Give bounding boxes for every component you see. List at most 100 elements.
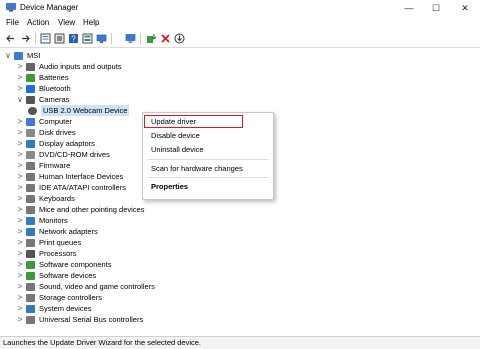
device-category-icon	[26, 250, 35, 258]
tree-item-processors[interactable]: > Processors	[0, 248, 300, 259]
tree-item-mice-and-other-pointing-devices[interactable]: > Mice and other pointing devices	[0, 204, 300, 215]
toolbar-separator	[111, 33, 112, 44]
device-category-icon	[26, 74, 35, 82]
device-category-icon	[26, 96, 35, 104]
tree-item-label: Bluetooth	[39, 84, 71, 93]
forward-arrow-icon[interactable]	[20, 33, 31, 44]
chevron-right-icon[interactable]: >	[16, 72, 24, 83]
tree-item-label: Display adaptors	[39, 139, 95, 148]
tree-item-label: Processors	[39, 249, 77, 258]
device-category-icon	[26, 239, 35, 247]
chevron-right-icon[interactable]: >	[16, 149, 24, 160]
tree-item-label: MSI	[27, 51, 41, 60]
menu-action[interactable]: Action	[27, 18, 49, 27]
menu-disable-device[interactable]: Disable device	[151, 131, 200, 140]
chevron-right-icon[interactable]: >	[16, 259, 24, 270]
tree-item-label: Print queues	[39, 238, 82, 247]
menu-view[interactable]: View	[58, 18, 75, 27]
chevron-right-icon[interactable]: >	[16, 215, 24, 226]
minimize-button[interactable]: —	[402, 2, 416, 14]
chevron-right-icon[interactable]: >	[16, 303, 24, 314]
tree-item-network-adapters[interactable]: > Network adapters	[0, 226, 300, 237]
menu-separator	[147, 159, 269, 160]
properties-sheet-icon[interactable]	[40, 33, 51, 44]
device-category-icon	[26, 184, 35, 192]
tree-item-label: Human Interface Devices	[39, 172, 124, 181]
device-category-icon	[14, 52, 23, 60]
svg-text:?: ?	[71, 35, 76, 44]
menu-update-driver[interactable]: Update driver	[151, 117, 196, 126]
menu-bar: File Action View Help	[0, 17, 480, 30]
menu-uninstall-device[interactable]: Uninstall device	[151, 145, 204, 154]
tree-item-storage-controllers[interactable]: > Storage controllers	[0, 292, 300, 303]
uninstall-x-icon[interactable]	[160, 33, 171, 44]
chevron-right-icon[interactable]: >	[16, 127, 24, 138]
device-category-icon	[26, 206, 35, 214]
menu-properties[interactable]: Properties	[151, 182, 188, 191]
chevron-right-icon[interactable]: >	[16, 226, 24, 237]
scan-hardware-icon[interactable]	[96, 33, 107, 44]
tree-item-label: Sound, video and game controllers	[39, 282, 155, 291]
tree-item-label: Firmware	[39, 161, 71, 170]
tree-item-label: Storage controllers	[39, 293, 102, 302]
tree-item-label: Disk drives	[39, 128, 76, 137]
chevron-right-icon[interactable]: >	[16, 193, 24, 204]
chevron-right-icon[interactable]: >	[16, 237, 24, 248]
tree-item-label: Keyboards	[39, 194, 75, 203]
monitor-icon[interactable]	[125, 33, 136, 44]
chevron-right-icon[interactable]: >	[16, 83, 24, 94]
tree-item-label: Computer	[39, 117, 72, 126]
tree-item-software-devices[interactable]: > Software devices	[0, 270, 300, 281]
close-button[interactable]: ✕	[458, 2, 472, 14]
tree-item-print-queues[interactable]: > Print queues	[0, 237, 300, 248]
device-category-icon	[26, 261, 35, 269]
menu-separator	[147, 177, 269, 178]
tree-item-monitors[interactable]: > Monitors	[0, 215, 300, 226]
chevron-right-icon[interactable]: >	[16, 61, 24, 72]
help-icon[interactable]: ?	[68, 33, 79, 44]
menu-help[interactable]: Help	[83, 18, 99, 27]
update-driver-icon[interactable]	[146, 33, 157, 44]
resources-icon[interactable]	[82, 33, 93, 44]
tree-item-msi[interactable]: ∨ MSI	[0, 50, 300, 61]
chevron-right-icon[interactable]: >	[16, 270, 24, 281]
menu-scan-hardware[interactable]: Scan for hardware changes	[151, 164, 243, 173]
tree-item-label: DVD/CD-ROM drives	[39, 150, 110, 159]
tree-item-label: Monitors	[39, 216, 68, 225]
tree-item-cameras[interactable]: ∨ Cameras	[0, 94, 300, 105]
device-category-icon	[26, 129, 35, 137]
tree-item-sound-video-and-game-controllers[interactable]: > Sound, video and game controllers	[0, 281, 300, 292]
chevron-right-icon[interactable]: >	[16, 160, 24, 171]
tree-item-bluetooth[interactable]: > Bluetooth	[0, 83, 300, 94]
chevron-down-icon[interactable]: ∨	[16, 94, 24, 105]
tree-item-software-components[interactable]: > Software components	[0, 259, 300, 270]
tree-item-batteries[interactable]: > Batteries	[0, 72, 300, 83]
chevron-right-icon[interactable]: >	[16, 116, 24, 127]
device-list-icon[interactable]	[54, 33, 65, 44]
chevron-right-icon[interactable]: >	[16, 292, 24, 303]
download-circle-icon[interactable]	[174, 33, 185, 44]
tree-item-audio-inputs-and-outputs[interactable]: > Audio inputs and outputs	[0, 61, 300, 72]
chevron-right-icon[interactable]: >	[16, 314, 24, 325]
device-category-icon	[26, 272, 35, 280]
chevron-right-icon[interactable]: >	[16, 204, 24, 215]
chevron-right-icon[interactable]: >	[16, 138, 24, 149]
chevron-down-icon[interactable]: ∨	[4, 50, 12, 61]
tree-item-label: Universal Serial Bus controllers	[39, 315, 144, 324]
device-category-icon	[26, 63, 35, 71]
tree-item-label: Software devices	[39, 271, 97, 280]
toolbar-separator	[140, 33, 141, 44]
chevron-right-icon[interactable]: >	[16, 182, 24, 193]
tree-item-system-devices[interactable]: > System devices	[0, 303, 300, 314]
chevron-right-icon[interactable]: >	[16, 171, 24, 182]
toolbar: ?	[0, 30, 480, 48]
menu-file[interactable]: File	[6, 18, 19, 27]
back-arrow-icon[interactable]	[5, 33, 16, 44]
tree-item-universal-serial-bus-controllers[interactable]: > Universal Serial Bus controllers	[0, 314, 300, 325]
device-category-icon	[26, 162, 35, 170]
chevron-right-icon[interactable]: >	[16, 281, 24, 292]
chevron-right-icon[interactable]: >	[16, 248, 24, 259]
status-text: Launches the Update Driver Wizard for th…	[3, 338, 202, 347]
device-category-icon	[26, 294, 35, 302]
maximize-button[interactable]: ☐	[429, 2, 443, 14]
